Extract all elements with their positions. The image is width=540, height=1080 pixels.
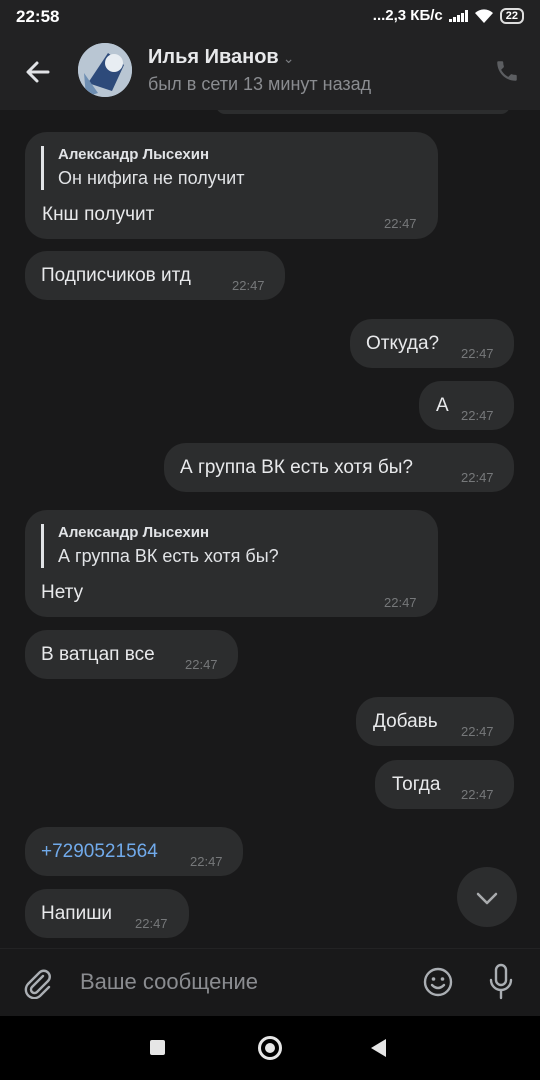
message-bubble-outgoing[interactable]: Тогда 22:47 bbox=[375, 760, 514, 809]
wifi-icon bbox=[474, 8, 493, 23]
scroll-down-button[interactable] bbox=[457, 867, 517, 927]
message-text: Подписчиков итд bbox=[41, 265, 191, 286]
message-bubble-partial bbox=[216, 110, 510, 114]
chevron-down-icon[interactable]: ⌄ bbox=[283, 50, 295, 66]
status-time: 22:58 bbox=[16, 7, 60, 26]
reply-quote[interactable]: Александр Лысехин А группа ВК есть хотя … bbox=[41, 524, 279, 568]
contact-name[interactable]: Илья Иванов ⌄ bbox=[148, 46, 294, 69]
message-bubble-incoming[interactable]: Александр Лысехин А группа ВК есть хотя … bbox=[25, 510, 438, 617]
nav-back-icon[interactable] bbox=[371, 1039, 386, 1057]
message-time: 22:47 bbox=[461, 408, 494, 423]
message-text: Кнш получит bbox=[42, 204, 155, 225]
avatar[interactable] bbox=[78, 43, 132, 97]
last-seen-status: был в сети 13 минут назад bbox=[148, 74, 372, 94]
message-time: 22:47 bbox=[232, 278, 265, 293]
message-text: А bbox=[436, 395, 449, 416]
system-nav-bar bbox=[0, 1016, 540, 1080]
message-time: 22:47 bbox=[135, 916, 168, 931]
message-bubble-incoming[interactable]: +7290521564 22:47 bbox=[25, 827, 243, 876]
message-bubble-incoming[interactable]: Александр Лысехин Он нифига не получит К… bbox=[25, 132, 438, 239]
message-text: Напиши bbox=[41, 903, 113, 924]
message-time: 22:47 bbox=[185, 657, 218, 672]
reply-quote[interactable]: Александр Лысехин Он нифига не получит bbox=[41, 146, 244, 190]
contact-name-text: Илья Иванов bbox=[148, 46, 279, 68]
message-time: 22:47 bbox=[461, 346, 494, 361]
message-bubble-incoming[interactable]: Подписчиков итд 22:47 bbox=[25, 251, 285, 300]
message-text: Нету bbox=[41, 582, 84, 603]
home-icon[interactable] bbox=[258, 1036, 282, 1060]
back-arrow-icon[interactable] bbox=[22, 56, 54, 88]
message-time: 22:47 bbox=[461, 787, 494, 802]
message-bubble-outgoing[interactable]: А 22:47 bbox=[419, 381, 514, 430]
phone-icon[interactable] bbox=[494, 58, 520, 84]
signal-icon bbox=[448, 9, 468, 22]
message-text: В ватцап все bbox=[41, 644, 155, 665]
chat-header: Илья Иванов ⌄ был в сети 13 минут назад bbox=[0, 34, 540, 110]
message-text: А группа ВК есть хотя бы? bbox=[180, 457, 413, 478]
network-speed: ...2,3 КБ/с bbox=[372, 7, 443, 24]
message-composer: Ваше сообщение bbox=[0, 948, 540, 1016]
message-bubble-outgoing[interactable]: Добавь 22:47 bbox=[356, 697, 514, 746]
message-time: 22:47 bbox=[384, 216, 417, 231]
message-input[interactable]: Ваше сообщение bbox=[80, 969, 258, 995]
status-bar: 22:58 ...2,3 КБ/с 22 bbox=[0, 0, 540, 34]
message-time: 22:47 bbox=[190, 854, 223, 869]
emoji-icon[interactable] bbox=[422, 966, 454, 998]
phone-number-link[interactable]: +7290521564 bbox=[41, 841, 158, 863]
message-time: 22:47 bbox=[384, 595, 417, 610]
scroll-down-icon bbox=[476, 892, 498, 905]
battery-icon: 22 bbox=[499, 7, 524, 24]
reply-author: Александр Лысехин bbox=[58, 146, 210, 163]
message-text: Тогда bbox=[392, 774, 441, 795]
reply-text: Он нифига не получит bbox=[58, 168, 245, 188]
message-bubble-outgoing[interactable]: А группа ВК есть хотя бы? 22:47 bbox=[164, 443, 514, 492]
reply-author: Александр Лысехин bbox=[58, 524, 210, 541]
battery-level: 22 bbox=[505, 9, 518, 22]
microphone-icon[interactable] bbox=[488, 963, 514, 1001]
message-text: Откуда? bbox=[366, 333, 440, 354]
message-time: 22:47 bbox=[461, 470, 494, 485]
message-time: 22:47 bbox=[461, 724, 494, 739]
recents-icon[interactable] bbox=[150, 1040, 165, 1055]
message-list[interactable]: Александр Лысехин Он нифига не получит К… bbox=[0, 110, 540, 948]
attach-icon[interactable] bbox=[22, 967, 54, 999]
message-bubble-outgoing[interactable]: Откуда? 22:47 bbox=[350, 319, 514, 368]
message-bubble-incoming[interactable]: Напиши 22:47 bbox=[25, 889, 189, 938]
message-bubble-incoming[interactable]: В ватцап все 22:47 bbox=[25, 630, 238, 679]
message-text: Добавь bbox=[373, 711, 438, 732]
reply-text: А группа ВК есть хотя бы? bbox=[58, 546, 279, 566]
